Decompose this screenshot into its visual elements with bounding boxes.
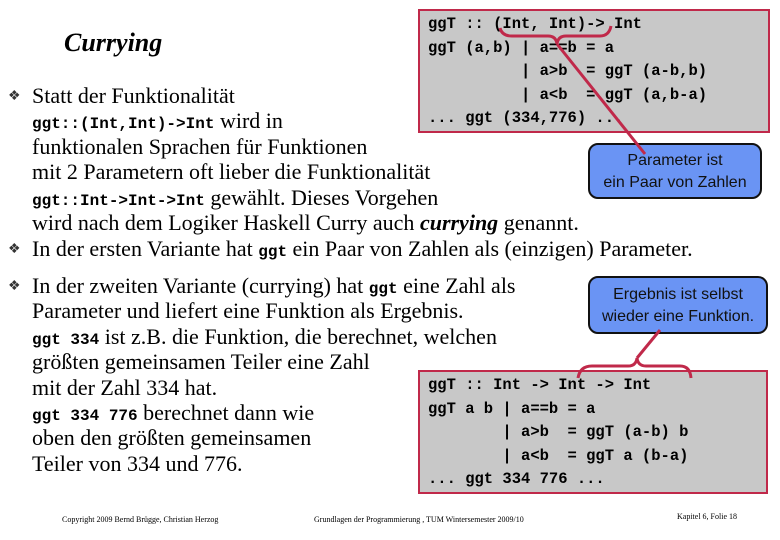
connector-line-top [555, 43, 647, 155]
annotation-overlay [498, 25, 693, 379]
footer-page-number: Kapitel 6, Folie 18 [677, 512, 737, 521]
footer-copyright: Copyright 2009 Bernd Brügge, Christian H… [62, 515, 219, 524]
brace-curried-type [576, 357, 693, 379]
footer-course: Grundlagen der Programmierung , TUM Wint… [314, 515, 524, 524]
connector-line-bottom [635, 329, 662, 359]
brace-tuple-type [498, 25, 613, 45]
